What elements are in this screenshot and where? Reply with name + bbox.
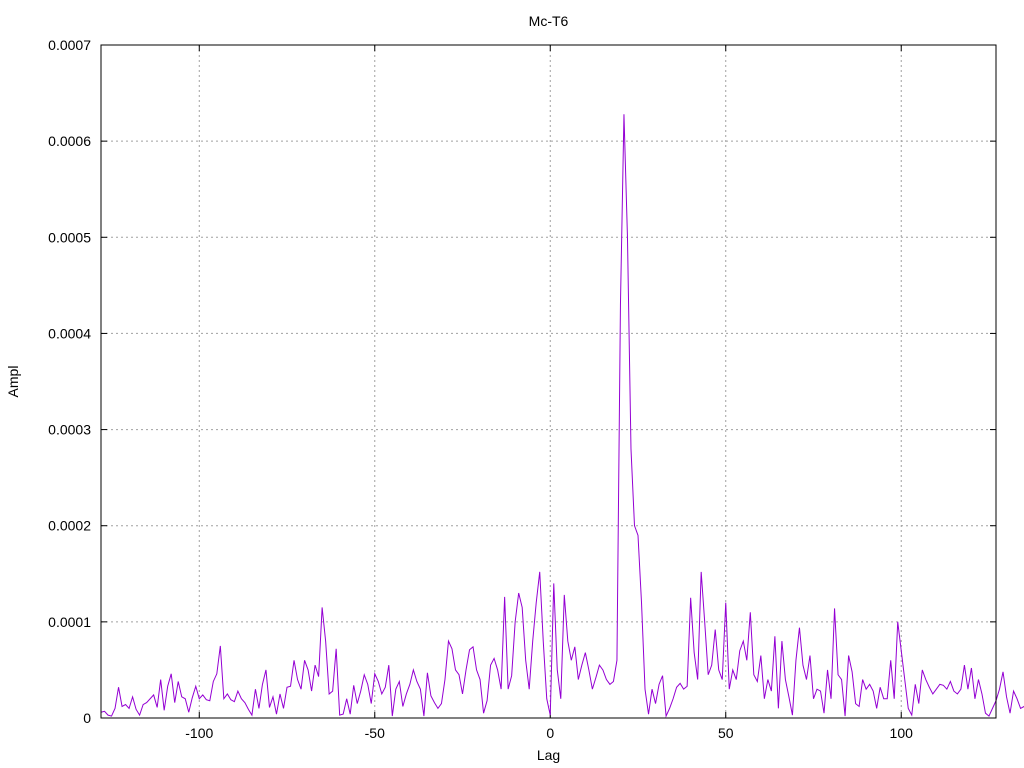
x-tick-label: 0 xyxy=(546,725,554,741)
chart-title: Mc-T6 xyxy=(529,13,569,29)
y-tick-label: 0.0005 xyxy=(48,229,91,245)
x-tick-label: 50 xyxy=(718,725,734,741)
y-tick-label: 0.0001 xyxy=(48,614,91,630)
y-tick-label: 0.0006 xyxy=(48,133,91,149)
y-tick-label: 0 xyxy=(83,710,91,726)
series-line xyxy=(100,114,1024,719)
y-tick-label: 0.0002 xyxy=(48,518,91,534)
x-axis-label: Lag xyxy=(537,747,560,763)
x-tick-label: -100 xyxy=(185,725,213,741)
y-tick-label: 0.0003 xyxy=(48,422,91,438)
plot-border xyxy=(100,44,997,719)
tick-marks xyxy=(101,44,996,719)
y-tick-label: 0.0004 xyxy=(48,325,91,341)
y-axis-label: Ampl xyxy=(5,366,21,398)
tick-labels: -100 -50 0 50 100 0 0.0001 0.0002 0.0003 0.0004 0.… xyxy=(48,37,913,741)
x-tick-label: -50 xyxy=(365,725,385,741)
x-tick-label: 100 xyxy=(890,725,914,741)
y-tick-label: 0.0007 xyxy=(48,37,91,53)
chart: -100 -50 0 50 100 0 0.0001 0.0002 0.0003 0.0004 0.… xyxy=(5,13,1024,763)
grid-lines xyxy=(101,45,996,718)
